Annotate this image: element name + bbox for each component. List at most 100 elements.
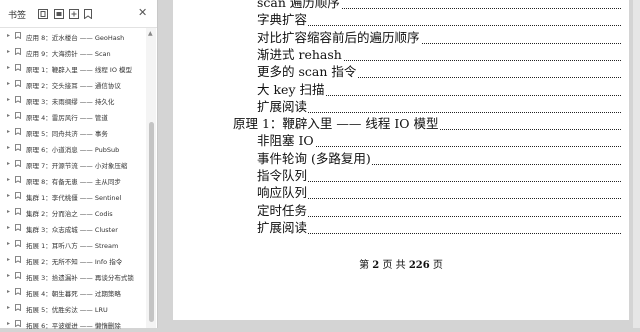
bookmark-icon [15,160,21,168]
sidebar-bookmark-item[interactable]: ▸ 拓展 2：无所不知 —— Info 指令 [0,252,146,268]
current-page-number: 2 [372,260,380,271]
expand-arrow-icon[interactable]: ▸ [7,224,10,231]
sidebar-bookmark-item[interactable]: ▸ 应用 9：大海捞针 —— Scan [0,44,146,60]
toc-section-line[interactable]: 更多的 scan 指令 [257,63,621,81]
bookmark-label: 拓展 2：无所不知 —— Info 指令 [26,258,123,266]
bookmark-label: 应用 8：近水楼台 —— GeoHash [26,34,125,42]
expand-arrow-icon[interactable]: ▸ [7,176,10,183]
bookmark-icon [15,32,21,40]
toc-section-line[interactable]: scan 遍历顺序 [257,0,621,12]
expand-arrow-icon[interactable]: ▸ [7,192,10,199]
sidebar-bookmark-item[interactable]: ▸ 原理 4：雷厉风行 —— 管道 [0,108,146,124]
bookmark-label: 原理 8：有备无患 —— 主从同步 [26,178,121,186]
toc-section-line[interactable]: 指令队列 [257,167,621,185]
bookmark-list: ▸ 应用 8：近水楼台 —— GeoHash ▸ 应用 9：大海捞针 —— Scan ▸… [0,28,146,332]
expand-all-icon[interactable] [38,9,48,19]
sidebar-bookmark-item[interactable]: ▸ 原理 7：开源节流 —— 小对象压缩 [0,156,146,172]
sidebar-bookmark-item[interactable]: ▸ 原理 6：小道消息 —— PubSub [0,140,146,156]
toc-entry-text: 大 key 扫描 [257,81,326,97]
scroll-thumb[interactable] [149,122,154,322]
bookmark-icon [15,48,21,56]
bookmark-label: 拓展 6：平波缓进 —— 懒惰删除 [26,322,121,330]
sidebar-bookmark-item[interactable]: ▸ 原理 2：交头接耳 —— 通信协议 [0,76,146,92]
bookmark-icon [15,64,21,72]
expand-arrow-icon[interactable]: ▸ [7,64,10,71]
add-bookmark-icon[interactable] [69,9,79,19]
toc-entry-text: 字典扩容 [257,12,309,28]
bookmark-icon [15,240,21,248]
toc-section-line[interactable]: 响应队列 [257,184,621,202]
sidebar-bookmark-item[interactable]: ▸ 拓展 4：朝生暮死 —— 过期策略 [0,284,146,300]
expand-arrow-icon[interactable]: ▸ [7,112,10,119]
expand-arrow-icon[interactable]: ▸ [7,128,10,135]
bookmark-icon [15,80,21,88]
toc-section-line[interactable]: 扩展阅读 [257,219,621,237]
toc-section-line[interactable]: 对比扩容缩容前后的遍历顺序 [257,29,621,47]
leader-dots [257,214,621,217]
expand-arrow-icon[interactable]: ▸ [7,48,10,55]
leader-dots [257,179,621,182]
bookmark-icon [15,288,21,296]
bookmark-icon [15,224,21,232]
expand-arrow-icon[interactable]: ▸ [7,80,10,87]
toc-section-line[interactable]: 非阻塞 IO [257,132,621,150]
sidebar-bookmark-item[interactable]: ▸ 集群 2：分而治之 —— Codis [0,204,146,220]
document-page: 第 2 页 共 226 页 scan 遍历顺序 字典扩容 对比扩容缩容前后的遍历顺序… [173,0,629,320]
sidebar-bookmark-item[interactable]: ▸ 拓展 6：平波缓进 —— 懒惰删除 [0,316,146,332]
toc-entry-text: 扩展阅读 [257,219,309,235]
sidebar-title: 书签 [8,11,27,21]
expand-arrow-icon[interactable]: ▸ [7,288,10,295]
toc-section-line[interactable]: 扩展阅读 [257,98,621,116]
toc-section-line[interactable]: 字典扩容 [257,11,621,29]
bookmark-icon[interactable] [83,9,93,19]
expand-arrow-icon[interactable]: ▸ [7,144,10,151]
leader-dots [257,110,621,113]
sidebar-bookmark-item[interactable]: ▸ 原理 1：鞭辟入里 —— 线程 IO 模型 [0,60,146,76]
footer-mid: 页 共 [382,260,406,271]
toc-entry-text: 定时任务 [257,202,309,218]
sidebar-bookmark-item[interactable]: ▸ 拓展 3：拾遗漏补 —— 再谈分布式锁 [0,268,146,284]
bookmark-label: 原理 5：同舟共济 —— 事务 [26,130,108,138]
toc-entry-text: 响应队列 [257,185,309,201]
sidebar-bookmark-item[interactable]: ▸ 原理 5：同舟共济 —— 事务 [0,124,146,140]
sidebar-bookmark-item[interactable]: ▸ 集群 3：众志成城 —— Cluster [0,220,146,236]
scroll-up-icon[interactable]: ▲ [148,30,153,37]
bookmark-label: 拓展 5：优胜劣汰 —— LRU [26,306,108,314]
expand-arrow-icon[interactable]: ▸ [7,208,10,215]
toc-entry-text: 渐进式 rehash [257,46,343,62]
bookmark-label: 原理 1：鞭辟入里 —— 线程 IO 模型 [26,66,132,74]
sidebar-scrollbar[interactable]: ▲ [146,28,156,328]
expand-arrow-icon[interactable]: ▸ [7,240,10,247]
toc-entry-text: 扩展阅读 [257,98,309,114]
toc-section-line[interactable]: 大 key 扫描 [257,81,621,99]
sidebar-bookmark-item[interactable]: ▸ 拓展 1：耳听八方 —— Stream [0,236,146,252]
toc-section-line[interactable]: 定时任务 [257,202,621,220]
toc-section-line[interactable]: 渐进式 rehash [257,46,621,64]
expand-arrow-icon[interactable]: ▸ [7,320,10,327]
page-footer: 第 2 页 共 226 页 [173,256,629,271]
bookmark-icon [15,256,21,264]
sidebar-bookmark-item[interactable]: ▸ 原理 3：未雨绸缪 —— 持久化 [0,92,146,108]
sidebar-bookmark-item[interactable]: ▸ 原理 8：有备无患 —— 主从同步 [0,172,146,188]
sidebar-bookmark-item[interactable]: ▸ 应用 8：近水楼台 —— GeoHash [0,28,146,44]
total-pages: 226 [408,260,430,271]
document-scrollbar[interactable] [633,0,640,328]
bookmark-label: 原理 7：开源节流 —— 小对象压缩 [26,162,128,170]
expand-arrow-icon[interactable]: ▸ [7,96,10,103]
bookmark-label: 拓展 3：拾遗漏补 —— 再谈分布式锁 [26,274,134,282]
toc-section-line[interactable]: 事件轮询 (多路复用) [257,150,621,168]
collapse-all-icon[interactable] [54,9,64,19]
expand-arrow-icon[interactable]: ▸ [7,256,10,263]
sidebar-bookmark-item[interactable]: ▸ 拓展 5：优胜劣汰 —— LRU [0,300,146,316]
bookmark-label: 应用 9：大海捞针 —— Scan [26,50,111,58]
toc-chapter-line[interactable]: 原理 1：鞭辟入里 —— 线程 IO 模型 [233,115,621,133]
toc-entry-text: 指令队列 [257,168,309,183]
expand-arrow-icon[interactable]: ▸ [7,160,10,167]
expand-arrow-icon[interactable]: ▸ [7,304,10,311]
expand-arrow-icon[interactable]: ▸ [7,32,10,39]
expand-arrow-icon[interactable]: ▸ [7,272,10,279]
bookmark-label: 集群 3：众志成城 —— Cluster [26,226,118,234]
footer-suffix: 页 [432,260,443,271]
sidebar-bookmark-item[interactable]: ▸ 集群 1：李代桃僵 —— Sentinel [0,188,146,204]
close-icon[interactable]: ✕ [138,7,147,19]
